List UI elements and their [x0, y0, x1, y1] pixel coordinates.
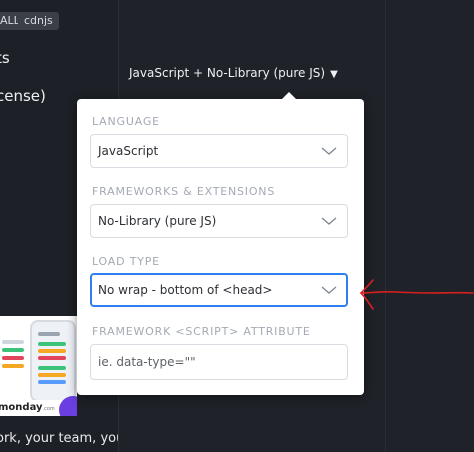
popover-arrow: [282, 92, 296, 99]
frameworks-select-value: No-Library (pure JS): [98, 214, 217, 228]
ad-phone-mockup: [30, 320, 76, 402]
caret-down-icon: ▼: [330, 69, 338, 80]
tag-cdnjs[interactable]: cdnjs: [18, 12, 59, 30]
script-attribute-section-label: FRAMEWORK <SCRIPT> ATTRIBUTE: [92, 325, 311, 338]
load-type-select-value: No wrap - bottom of <head>: [98, 283, 273, 297]
chevron-down-icon: [321, 217, 337, 225]
script-attribute-input[interactable]: [90, 344, 348, 380]
ad-brand-logo: monday.com: [0, 402, 55, 413]
left-pane-text-line: cense): [0, 87, 46, 105]
language-select-value: JavaScript: [98, 144, 159, 158]
language-section-label: LANGUAGE: [92, 115, 160, 128]
language-selector-toggle[interactable]: JavaScript + No-Library (pure JS) ▼: [129, 66, 338, 80]
load-type-select[interactable]: No wrap - bottom of <head>: [90, 273, 348, 307]
ad-copy-text[interactable]: ork, your team, your: [0, 431, 118, 446]
ad-image[interactable]: monday.com: [0, 316, 77, 416]
language-settings-popover: LANGUAGE JavaScript FRAMEWORKS & EXTENSI…: [77, 92, 364, 395]
load-type-section-label: LOAD TYPE: [92, 255, 160, 268]
annotation-arrow-icon: [359, 279, 474, 310]
pane-divider: [385, 0, 386, 452]
frameworks-section-label: FRAMEWORKS & EXTENSIONS: [92, 185, 276, 198]
frameworks-select[interactable]: No-Library (pure JS): [90, 204, 348, 238]
chevron-down-icon: [321, 147, 337, 155]
left-pane-text-line: ts: [0, 49, 10, 67]
language-select[interactable]: JavaScript: [90, 134, 348, 168]
chevron-down-icon: [321, 286, 337, 294]
language-selector-label: JavaScript + No-Library (pure JS): [129, 66, 326, 80]
